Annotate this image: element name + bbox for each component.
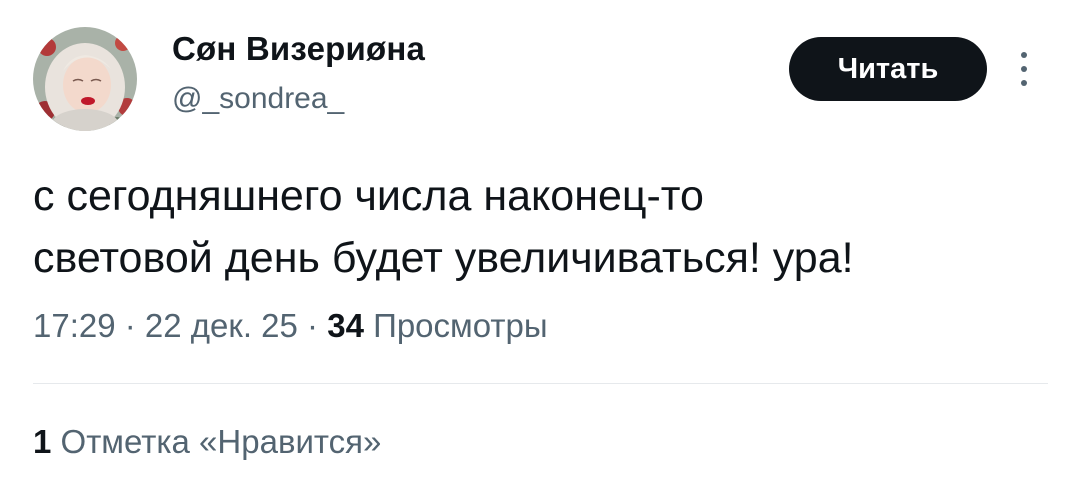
likes-label: Отметка «Нравится» <box>51 423 382 460</box>
tweet-text: с сегодняшнего числа наконец-то световой… <box>33 165 1043 289</box>
tweet-meta: 17:29 · 22 дек. 25 · 34 Просмотры <box>33 307 548 345</box>
author-handle[interactable]: @_sondrea_ <box>172 82 344 116</box>
likes-count: 1 <box>33 423 52 460</box>
vertical-ellipsis-icon[interactable] <box>1012 47 1036 91</box>
tweet-text-line: световой день будет увеличиваться! ура! <box>33 234 854 282</box>
divider <box>33 383 1048 384</box>
tweet-text-line: с сегодняшнего числа наконец-то <box>33 172 704 220</box>
tweet-date[interactable]: 22 дек. 25 <box>145 307 298 344</box>
avatar[interactable] <box>33 27 137 131</box>
views-label: Просмотры <box>363 307 548 344</box>
meta-separator: · <box>297 307 328 344</box>
views-count: 34 <box>327 307 364 344</box>
follow-button[interactable]: Читать <box>789 37 987 101</box>
tweet-time[interactable]: 17:29 <box>33 307 116 344</box>
author-display-name[interactable]: Сøн Визериøна <box>172 30 425 68</box>
likes-link[interactable]: 1 Отметка «Нравится» <box>33 423 381 461</box>
meta-separator: · <box>115 307 145 344</box>
